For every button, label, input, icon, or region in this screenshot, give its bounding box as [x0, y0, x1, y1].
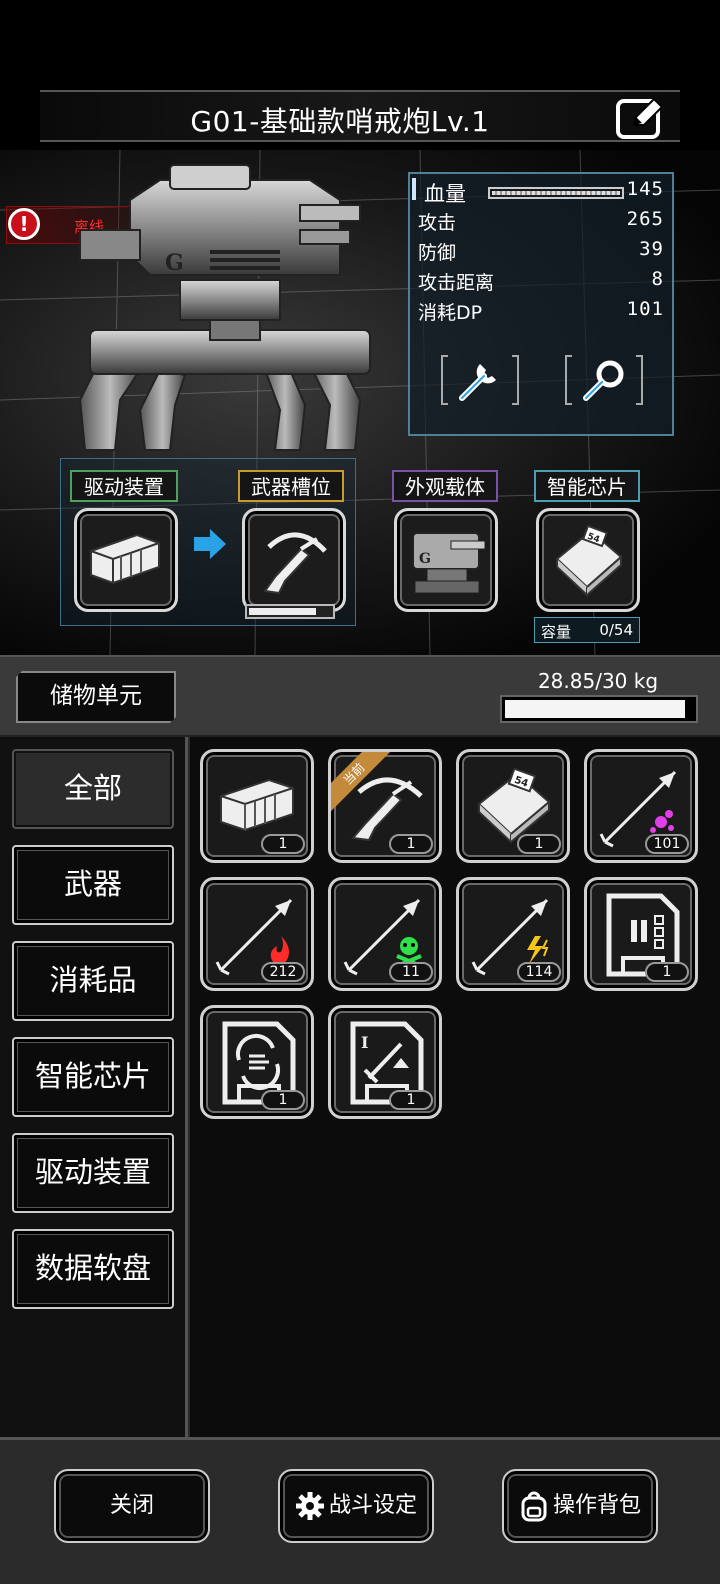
stat-hp: 血量 145 [418, 178, 668, 206]
inventory-item[interactable]: 1 [584, 877, 698, 991]
backpack-button[interactable]: 操作背包 [502, 1469, 658, 1543]
stat-row: 攻击 265 [418, 208, 668, 236]
item-count: 1 [261, 1090, 305, 1110]
title-bar: G01-基础款哨戒炮Lv.1 [40, 90, 680, 142]
category-chips[interactable]: 智能芯片 [12, 1037, 174, 1117]
battle-settings-label: 战斗设定 [328, 1493, 417, 1518]
inventory-item[interactable]: 114 [456, 877, 570, 991]
storage-title: 储物单元 [16, 671, 176, 723]
storage-panel: 储物单元 28.85/30 kg 全部 武器 消耗品 智能芯片 驱动装置 数据软… [0, 655, 720, 1584]
item-count: 101 [645, 834, 689, 854]
arrow-right-icon [194, 529, 226, 559]
inventory-item[interactable]: I 1 [328, 1005, 442, 1119]
battle-settings-button[interactable]: 战斗设定 [278, 1469, 434, 1543]
upgrade-button[interactable] [440, 352, 520, 408]
crossbow-icon [263, 532, 327, 595]
footer-bar: 关闭 战斗设定 操作背包 [0, 1437, 720, 1584]
inventory-item[interactable]: 当前 1 [328, 749, 442, 863]
svg-text:G: G [165, 250, 184, 276]
weapon-durability-fill [249, 608, 317, 615]
chip-icon: 54 [555, 524, 623, 598]
turret-skin-icon: G [412, 532, 486, 594]
stat-row: 攻击距离 8 [418, 268, 668, 296]
stat-value: 265 [626, 208, 664, 230]
category-consumables[interactable]: 消耗品 [12, 941, 174, 1021]
drive-slot[interactable] [74, 508, 178, 612]
inventory-item[interactable]: 54 1 [456, 749, 570, 863]
capacity-label: 容量 [541, 623, 572, 641]
category-disks[interactable]: 数据软盘 [12, 1229, 174, 1309]
close-button-label: 关闭 [109, 1493, 154, 1518]
edit-name-button[interactable] [614, 93, 666, 141]
stat-value: 39 [639, 238, 664, 260]
stat-label: 攻击 [418, 212, 457, 234]
stat-label: 消耗DP [418, 302, 483, 324]
weapon-durability-bar [245, 604, 335, 619]
hp-bar-fill [492, 191, 620, 195]
hp-bar [488, 187, 624, 199]
stat-row: 防御 39 [418, 238, 668, 266]
stat-label: 防御 [418, 242, 457, 264]
stat-label: 攻击距离 [418, 272, 495, 294]
hp-accent [412, 178, 416, 200]
weapon-slot-label: 武器槽位 [238, 470, 344, 502]
item-count: 1 [517, 834, 561, 854]
capacity-value: 0/54 [599, 621, 633, 639]
inventory-item[interactable]: 212 [200, 877, 314, 991]
chip-slot-label: 智能芯片 [534, 470, 640, 502]
item-count: 1 [261, 834, 305, 854]
item-count: 1 [389, 1090, 433, 1110]
item-grid: 1 当前 1 54 1 101 212 11 114 1 1 I 1 [190, 737, 720, 1437]
category-drives[interactable]: 驱动装置 [12, 1133, 174, 1213]
item-count: 1 [645, 962, 689, 982]
category-all[interactable]: 全部 [12, 749, 174, 829]
chip-slot[interactable]: 54 [536, 508, 640, 612]
item-count: 11 [389, 962, 433, 982]
stat-value: 8 [651, 268, 664, 290]
item-count: 114 [517, 962, 561, 982]
svg-text:G: G [419, 551, 431, 567]
close-button[interactable]: 关闭 [54, 1469, 210, 1543]
drive-device-icon [90, 533, 160, 585]
weapon-slot[interactable] [242, 508, 346, 612]
edit-icon [616, 97, 664, 139]
item-count: 1 [389, 834, 433, 854]
page-title: G01-基础款哨戒炮Lv.1 [190, 105, 490, 138]
weight-text: 28.85/30 kg [537, 669, 659, 693]
appearance-slot-label: 外观载体 [392, 470, 498, 502]
item-count: 212 [261, 962, 305, 982]
storage-header: 储物单元 28.85/30 kg [0, 657, 720, 737]
stats-panel: 血量 145 攻击 265 防御 39 攻击距离 8 消耗DP 101 [408, 172, 674, 436]
hp-label: 血量 [424, 182, 466, 206]
backpack-label: 操作背包 [552, 1493, 641, 1518]
wrench-icon [441, 355, 519, 405]
inventory-item[interactable]: 11 [328, 877, 442, 991]
hp-value: 145 [626, 178, 664, 200]
category-weapons[interactable]: 武器 [12, 845, 174, 925]
svg-text:I: I [361, 1033, 368, 1052]
category-sidebar: 全部 武器 消耗品 智能芯片 驱动装置 数据软盘 [0, 737, 188, 1437]
turret-image: G [78, 164, 371, 451]
gear-icon [295, 1492, 324, 1520]
magnifier-icon [565, 355, 643, 405]
weight-bar [500, 695, 698, 723]
turret-detail-panel: G01-基础款哨戒炮Lv.1 ! 离线 G 血量 145 攻击 265 防御 3… [0, 0, 720, 655]
inventory-item[interactable]: 101 [584, 749, 698, 863]
chip-capacity: 容量 0/54 [534, 617, 640, 643]
drive-slot-label: 驱动装置 [70, 470, 178, 502]
backpack-icon [521, 1491, 547, 1522]
stat-row: 消耗DP 101 [418, 298, 668, 326]
weight-bar-fill [505, 700, 686, 718]
appearance-slot[interactable]: G [394, 508, 498, 612]
inspect-button[interactable] [564, 352, 644, 408]
stat-value: 101 [626, 298, 664, 320]
alert-icon: ! [8, 208, 40, 240]
inventory-item[interactable]: 1 [200, 749, 314, 863]
inventory-item[interactable]: 1 [200, 1005, 314, 1119]
